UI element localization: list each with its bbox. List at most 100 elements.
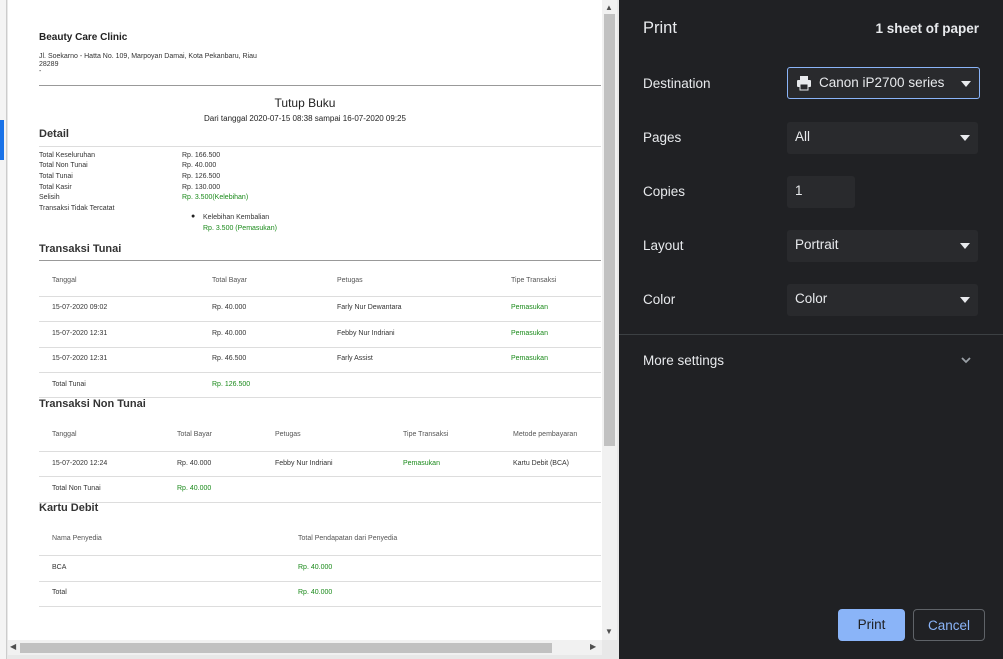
- table-cell: Rp. 40.000: [212, 330, 247, 337]
- detail-label: Total Tunai: [39, 173, 73, 180]
- table-header-cell: Petugas: [275, 431, 301, 438]
- table-header-cell: Petugas: [337, 277, 363, 284]
- debit-heading: Kartu Debit: [39, 502, 99, 514]
- detail-value: Rp. 3.500(Kelebihan): [182, 194, 249, 201]
- printer-icon: [797, 76, 811, 91]
- print-preview: Beauty Care Clinic Jl. Soekarno - Hatta …: [0, 0, 619, 659]
- copies-input[interactable]: 1: [787, 176, 855, 208]
- row-divider: [39, 502, 601, 503]
- layout-label: Layout: [643, 238, 684, 253]
- table-cell: Rp. 40.000: [298, 564, 333, 571]
- dropdown-caret-icon: [960, 243, 970, 249]
- print-button[interactable]: Print: [838, 609, 905, 641]
- preview-vertical-scrollbar[interactable]: ▲ ▼: [602, 0, 617, 640]
- table-header-cell: Total Bayar: [177, 431, 213, 438]
- dropdown-caret-icon: [960, 297, 970, 303]
- color-value: Color: [795, 291, 828, 306]
- table-cell: Pemasukan: [403, 460, 440, 467]
- total-label: Total Non Tunai: [52, 485, 101, 492]
- cancel-button[interactable]: Cancel: [913, 609, 985, 641]
- row-divider: [39, 476, 601, 477]
- detail-divider: [39, 146, 601, 147]
- detail-value: Rp. 126.500: [182, 173, 221, 180]
- color-select[interactable]: Color: [787, 284, 978, 316]
- background-page-edge: [0, 0, 7, 659]
- detail-value: Rp. 40.000: [182, 162, 217, 169]
- cash-heading: Transaksi Tunai: [39, 243, 122, 255]
- color-label: Color: [643, 292, 676, 307]
- background-accent: [0, 120, 4, 160]
- table-header-cell: Total Bayar: [212, 277, 248, 284]
- detail-label: Total Kasir: [39, 184, 72, 191]
- table-header-cell: Nama Penyedia: [52, 535, 102, 542]
- destination-value: Canon iP2700 series: [819, 75, 945, 90]
- table-cell: 15-07-2020 12:31: [52, 330, 108, 337]
- table-header-cell: Tanggal: [52, 431, 77, 438]
- header-divider: [39, 85, 601, 86]
- row-divider: [39, 581, 601, 582]
- table-cell: Pemasukan: [511, 304, 548, 311]
- dropdown-caret-icon: [960, 135, 970, 141]
- clinic-address-line3: -: [39, 68, 42, 75]
- table-header-cell: Metode pembayaran: [513, 431, 578, 438]
- more-settings-toggle[interactable]: More settings: [643, 353, 724, 368]
- row-divider: [39, 372, 601, 373]
- scroll-up-icon[interactable]: ▲: [605, 3, 613, 12]
- table-header-cell: Tanggal: [52, 277, 77, 284]
- total-label: Total Tunai: [52, 381, 86, 388]
- pages-value: All: [795, 129, 811, 144]
- row-divider: [39, 347, 601, 348]
- scroll-thumb[interactable]: [20, 643, 552, 653]
- row-divider: [39, 606, 601, 607]
- table-cell: Rp. 40.000: [212, 304, 247, 311]
- pages-select[interactable]: All: [787, 122, 978, 154]
- preview-page: Beauty Care Clinic Jl. Soekarno - Hatta …: [8, 0, 602, 640]
- total-value: Rp. 126.500: [212, 381, 251, 388]
- table-cell: Rp. 40.000: [177, 460, 212, 467]
- table-cell: 15-07-2020 12:31: [52, 355, 108, 362]
- detail-label: Total Non Tunai: [39, 162, 88, 169]
- table-cell: Rp. 46.500: [212, 355, 247, 362]
- chevron-down-icon[interactable]: [960, 355, 972, 365]
- table-cell: Farly Nur Dewantara: [337, 304, 402, 311]
- scroll-left-icon[interactable]: ◀: [10, 642, 16, 651]
- untracked-label: Transaksi Tidak Tercatat: [39, 205, 115, 212]
- clinic-address-line2: 28289: [39, 61, 59, 68]
- scroll-right-icon[interactable]: ▶: [590, 642, 596, 651]
- table-header-cell: Total Pendapatan dari Penyedia: [298, 535, 398, 542]
- detail-label: Total Keseluruhan: [39, 152, 96, 159]
- detail-value: Rp. 130.000: [182, 184, 221, 191]
- table-cell: Total: [52, 589, 67, 596]
- preview-horizontal-scrollbar[interactable]: ◀ ▶: [8, 640, 602, 655]
- table-cell: Febby Nur Indriani: [337, 330, 395, 337]
- table-cell: 15-07-2020 09:02: [52, 304, 108, 311]
- total-value: Rp. 40.000: [177, 485, 212, 492]
- copies-value: 1: [795, 183, 803, 198]
- report-title: Tutup Buku: [274, 96, 336, 110]
- scroll-down-icon[interactable]: ▼: [605, 627, 613, 636]
- destination-label: Destination: [643, 76, 711, 91]
- print-settings-panel: Print 1 sheet of paper Destination Canon…: [619, 0, 1003, 659]
- report-subtitle: Dari tanggal 2020-07-15 08:38 sampai 16-…: [204, 114, 406, 123]
- untracked-item: Kelebihan Kembalian: [203, 214, 270, 221]
- dropdown-caret-icon: [961, 81, 971, 87]
- table-cell: BCA: [52, 564, 67, 571]
- pages-label: Pages: [643, 130, 682, 145]
- row-divider: [39, 555, 601, 556]
- scroll-thumb[interactable]: [604, 14, 615, 446]
- row-divider: [39, 296, 601, 297]
- table-cell: Pemasukan: [511, 330, 548, 337]
- table-cell: Farly Assist: [337, 355, 373, 362]
- detail-label: Selisih: [39, 194, 60, 201]
- detail-heading: Detail: [39, 128, 69, 140]
- table-cell: Febby Nur Indriani: [275, 460, 333, 467]
- settings-divider: [619, 334, 1003, 335]
- panel-title: Print: [643, 19, 677, 37]
- table-header-cell: Tipe Transaksi: [511, 277, 557, 284]
- destination-select[interactable]: Canon iP2700 series: [787, 67, 980, 99]
- table-cell: Pemasukan: [511, 355, 548, 362]
- row-divider: [39, 451, 601, 452]
- detail-value: Rp. 166.500: [182, 152, 221, 159]
- layout-select[interactable]: Portrait: [787, 230, 978, 262]
- table-cell: Rp. 40.000: [298, 589, 333, 596]
